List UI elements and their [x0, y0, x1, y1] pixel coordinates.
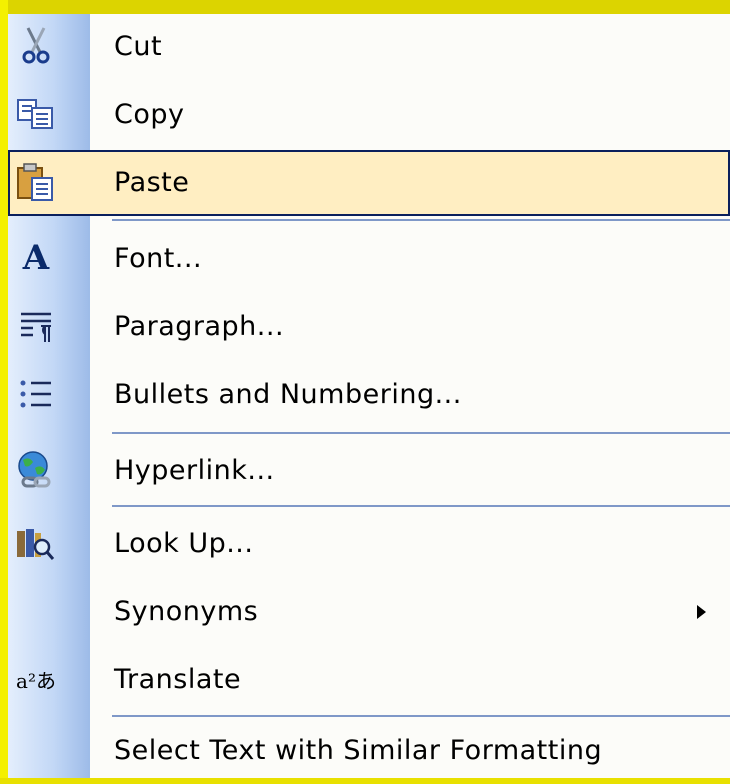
submenu-arrow-icon	[697, 605, 706, 619]
menu-item-look-up[interactable]: Look Up...	[8, 511, 730, 577]
menu-item-label: Look Up...	[114, 528, 254, 559]
menu-item-label: Hyperlink...	[114, 455, 275, 486]
menu-item-synonyms[interactable]: Synonyms	[8, 579, 730, 645]
lookup-icon	[14, 521, 58, 565]
menu-item-paste[interactable]: Paste	[8, 150, 730, 216]
menu-item-label: Font...	[114, 243, 203, 274]
menu-item-cut[interactable]: Cut	[8, 14, 730, 80]
menu-item-label: Translate	[114, 664, 242, 695]
window-frame-top	[0, 0, 730, 14]
menu-item-paragraph[interactable]: Paragraph...	[8, 294, 730, 360]
hyperlink-globe-icon	[14, 448, 58, 492]
menu-item-hyperlink[interactable]: Hyperlink...	[8, 438, 730, 504]
context-menu: Cut Copy Paste A Font... Paragraph... Bu…	[8, 14, 730, 778]
menu-separator	[112, 432, 730, 434]
font-icon: A	[22, 238, 50, 278]
menu-item-label: Synonyms	[114, 596, 259, 627]
menu-item-label: Bullets and Numbering...	[114, 379, 462, 410]
paste-icon	[14, 160, 58, 204]
menu-item-translate[interactable]: a²あ Translate	[8, 647, 730, 713]
paragraph-icon	[14, 304, 58, 348]
menu-item-label: Paste	[114, 167, 190, 198]
menu-item-select-similar-formatting[interactable]: Select Text with Similar Formatting	[8, 718, 730, 784]
menu-item-label: Select Text with Similar Formatting	[114, 735, 603, 766]
window-frame-left	[0, 0, 8, 778]
bullets-icon	[14, 372, 58, 416]
menu-separator	[112, 505, 730, 507]
menu-item-font[interactable]: A Font...	[8, 226, 730, 292]
menu-separator	[112, 715, 730, 717]
copy-icon	[14, 92, 58, 136]
menu-separator	[112, 219, 730, 221]
scissors-icon	[14, 24, 58, 68]
menu-item-label: Copy	[114, 99, 185, 130]
menu-item-label: Paragraph...	[114, 311, 285, 342]
menu-item-label: Cut	[114, 31, 163, 62]
menu-item-copy[interactable]: Copy	[8, 82, 730, 148]
translate-icon: a²あ	[16, 668, 56, 693]
menu-item-bullets-and-numbering[interactable]: Bullets and Numbering...	[8, 362, 730, 428]
